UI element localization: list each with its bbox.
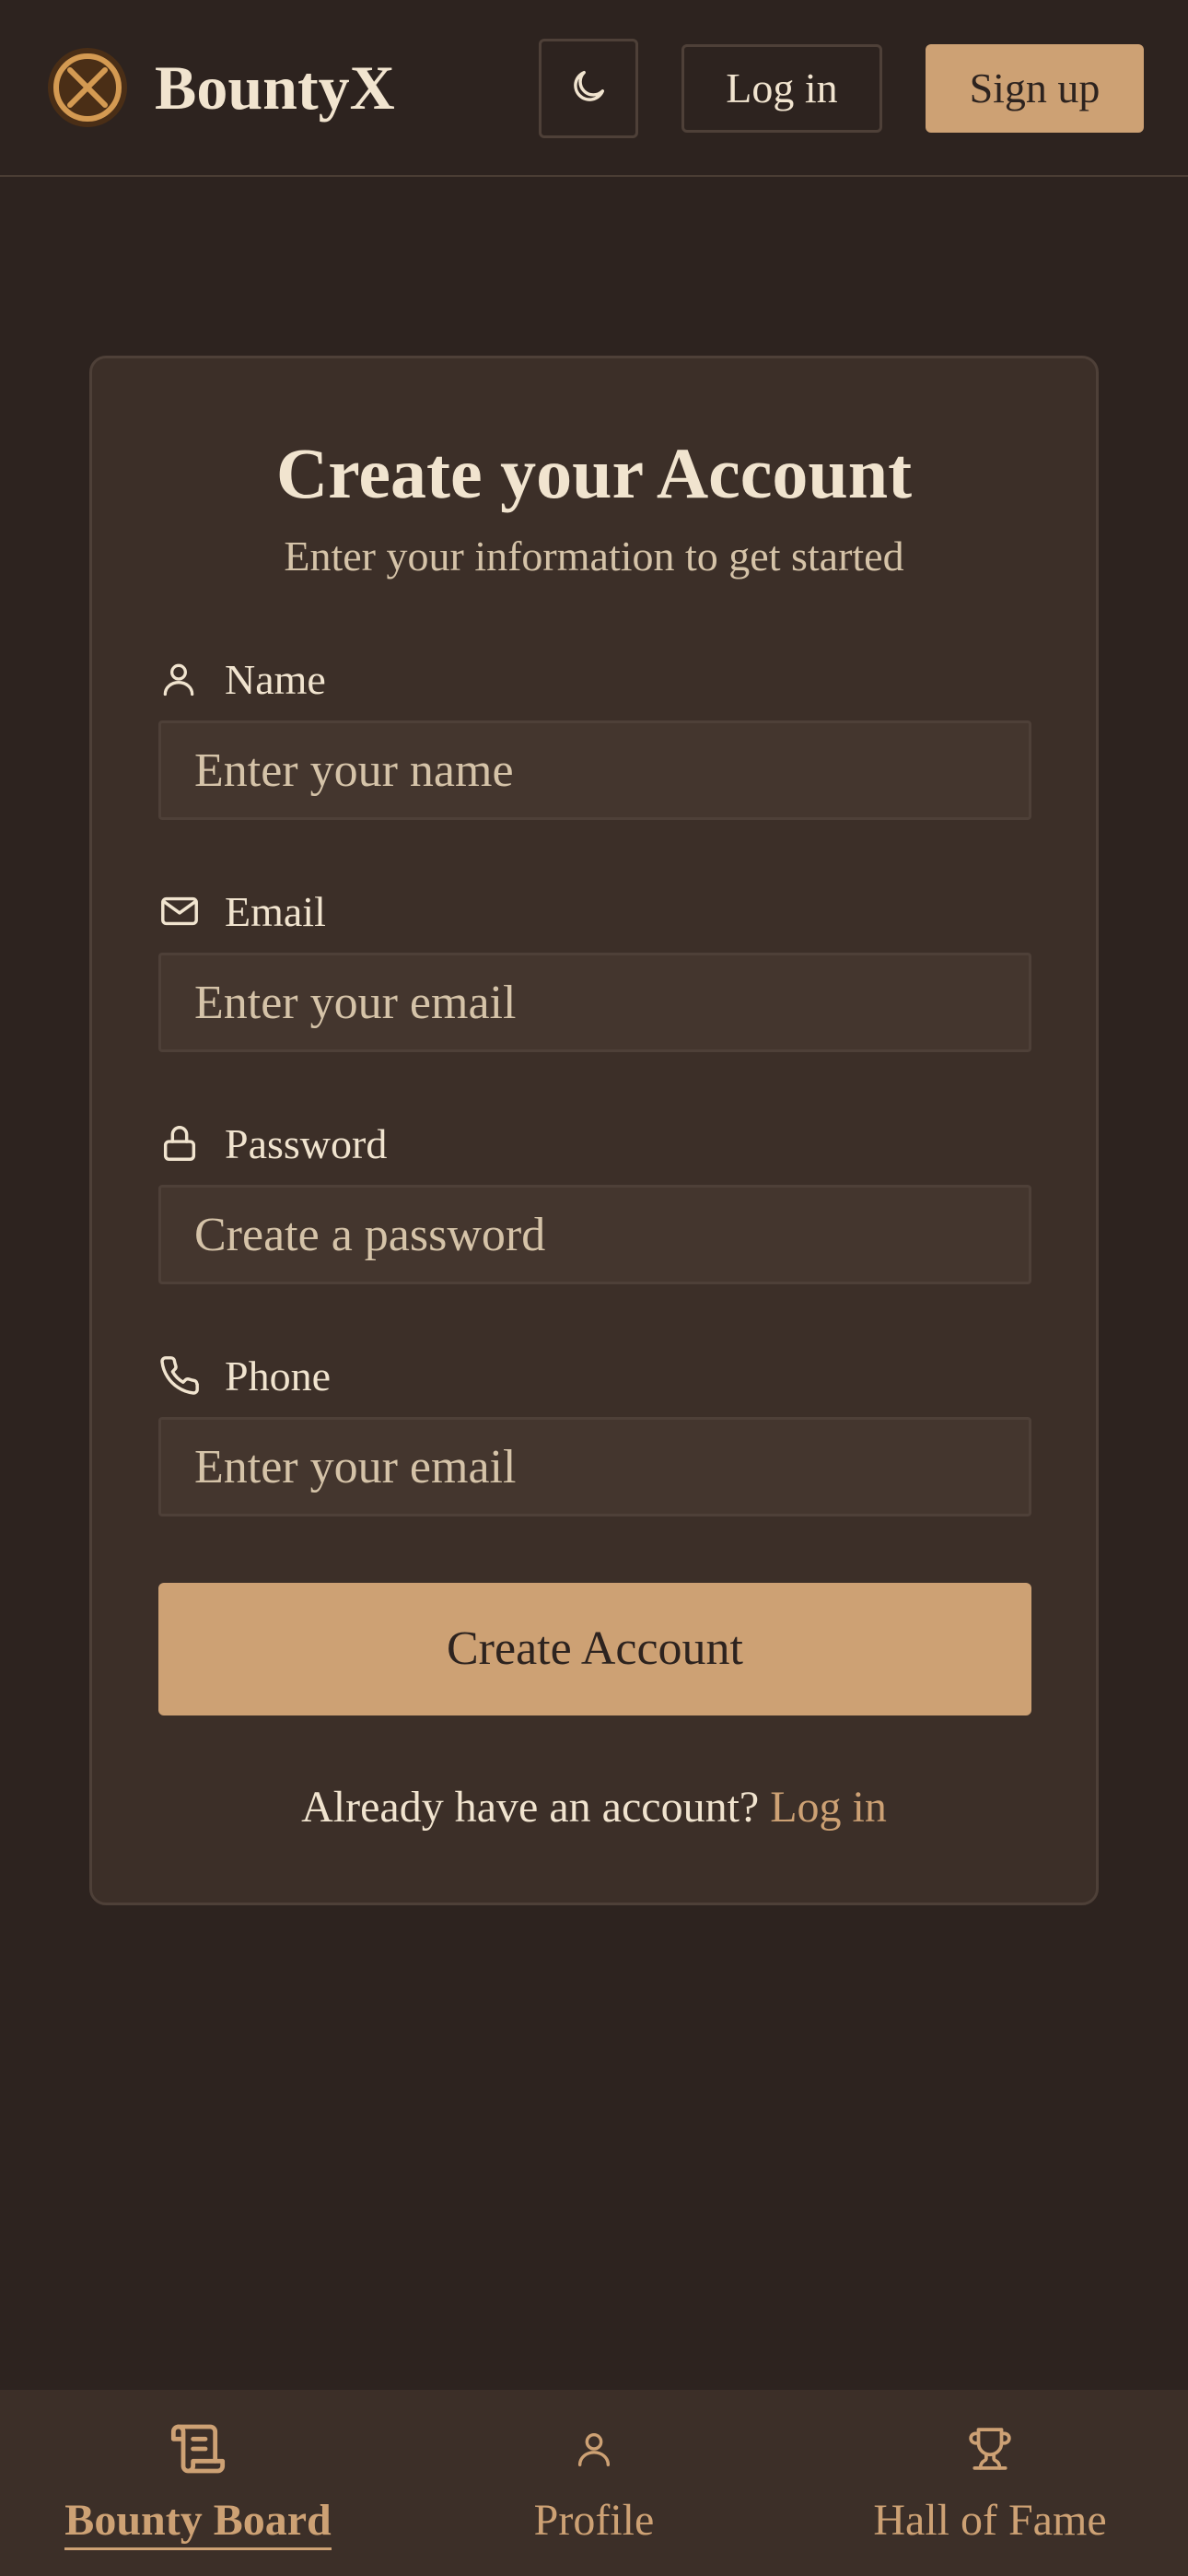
nav-item-bounty-board[interactable]: Bounty Board: [55, 2390, 341, 2576]
phone-input[interactable]: [158, 1417, 1031, 1516]
mail-icon: [158, 889, 203, 933]
login-button[interactable]: Log in: [681, 44, 882, 133]
signup-button[interactable]: Sign up: [926, 44, 1144, 133]
password-label-text: Password: [225, 1119, 388, 1167]
nav-item-hall-of-fame[interactable]: Hall of Fame: [847, 2390, 1133, 2576]
email-label-text: Email: [225, 887, 326, 935]
phone-icon: [158, 1353, 203, 1398]
brand-name[interactable]: BountyX: [155, 46, 395, 129]
theme-toggle-button[interactable]: [539, 39, 638, 138]
login-link[interactable]: Log in: [770, 1783, 887, 1832]
user-icon: [158, 657, 203, 701]
moon-icon: [567, 65, 610, 112]
password-label: Password: [158, 1116, 387, 1171]
name-label: Name: [158, 651, 326, 707]
login-prompt: Already have an account? Log in: [92, 1782, 1096, 1832]
email-input[interactable]: [158, 953, 1031, 1052]
password-input[interactable]: [158, 1185, 1031, 1284]
login-prompt-text: Already have an account?: [301, 1783, 760, 1832]
page-title: Create your Account: [275, 433, 913, 513]
compass-cross-icon[interactable]: [46, 46, 129, 129]
name-input[interactable]: [158, 720, 1031, 820]
trophy-icon: [967, 2419, 1013, 2478]
nav-label-profile: Profile: [533, 2496, 655, 2545]
phone-label: Phone: [158, 1348, 331, 1403]
nav-item-profile[interactable]: Profile: [502, 2390, 686, 2576]
create-account-button[interactable]: Create Account: [158, 1583, 1031, 1715]
user-icon: [573, 2419, 615, 2478]
nav-label-hall-of-fame: Hall of Fame: [873, 2496, 1107, 2545]
name-label-text: Name: [225, 655, 326, 703]
bottom-nav: Bounty Board Profile Hall of Fame: [0, 2390, 1188, 2576]
email-label: Email: [158, 884, 326, 939]
signup-card: Create your Account Enter your informati…: [89, 356, 1099, 1905]
page-subtitle: Enter your information to get started: [284, 533, 904, 580]
nav-label-bounty-board: Bounty Board: [64, 2495, 332, 2550]
scroll-icon: [169, 2419, 227, 2478]
top-header: BountyX Log in Sign up: [0, 0, 1188, 177]
phone-label-text: Phone: [225, 1352, 331, 1399]
lock-icon: [158, 1121, 203, 1165]
